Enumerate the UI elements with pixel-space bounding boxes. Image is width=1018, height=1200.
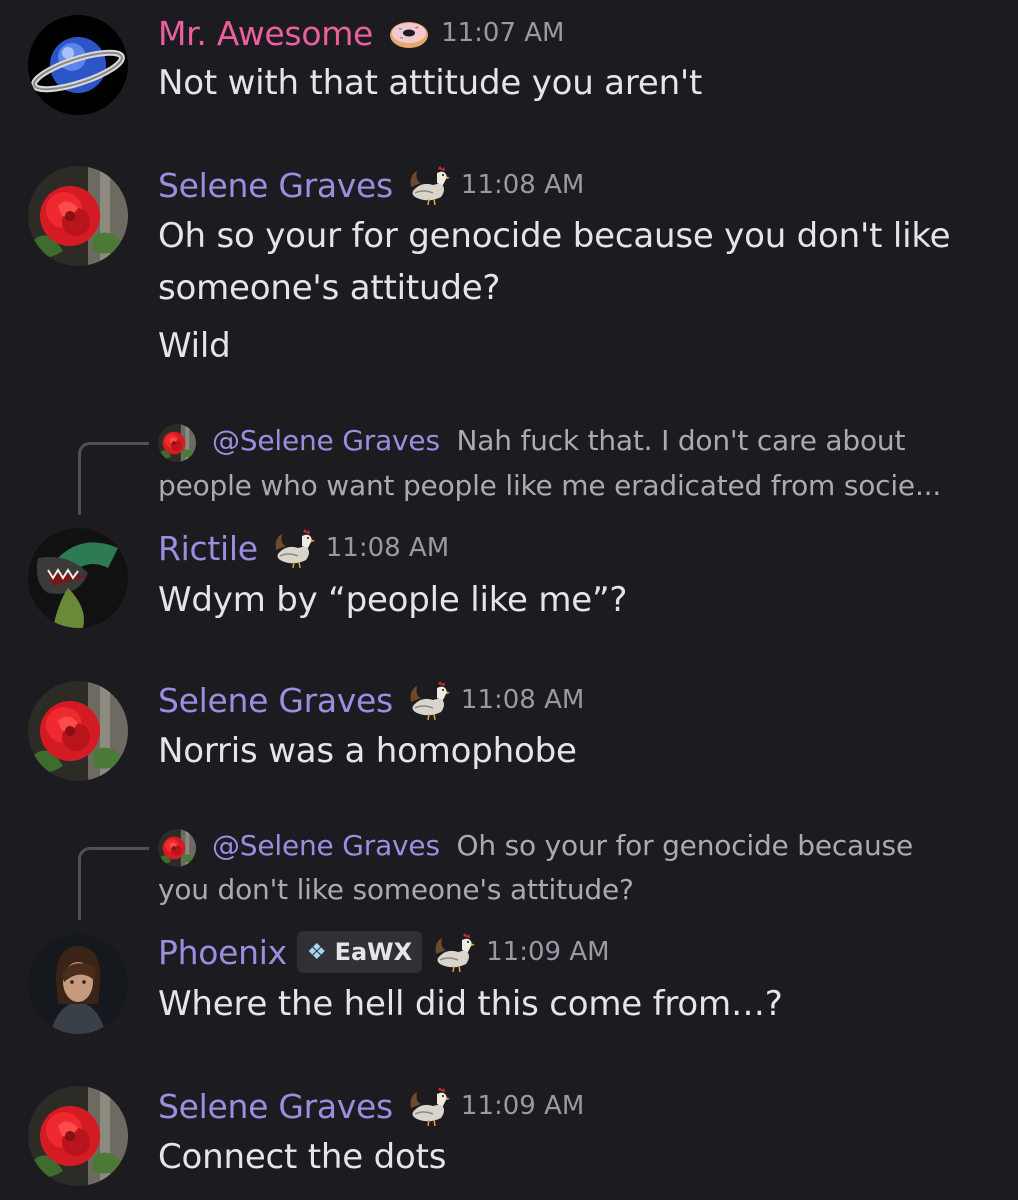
rooster-icon (272, 528, 316, 568)
message-header: Selene Graves 11:08 AM (158, 165, 584, 205)
message-header: Selene Graves 11:08 AM (158, 680, 584, 720)
reply-snippet: people who want people like me eradicate… (158, 469, 942, 502)
username[interactable]: Rictile (158, 529, 258, 568)
username[interactable]: Selene Graves (158, 681, 393, 720)
timestamp: 11:09 AM (460, 1091, 585, 1121)
message-header: Mr. Awesome 11:07 AM (158, 13, 564, 53)
message-header: Selene Graves 11:09 AM (158, 1086, 584, 1126)
username[interactable]: Mr. Awesome (158, 14, 373, 53)
message-text: Connect the dots (158, 1137, 447, 1177)
reply-connector (78, 847, 149, 920)
message-text: Not with that attitude you aren't (158, 63, 703, 103)
avatar[interactable] (28, 1086, 128, 1186)
chat-log: Mr. Awesome 11:07 AM Not with that attit… (0, 0, 1018, 1200)
username[interactable]: Selene Graves (158, 166, 393, 205)
avatar[interactable] (28, 528, 128, 628)
message-header: Phoenix ❖ EaWX 11:09 AM (158, 931, 610, 973)
avatar[interactable] (28, 166, 128, 266)
avatar[interactable] (28, 15, 128, 115)
username[interactable]: Phoenix (158, 933, 287, 972)
timestamp: 11:08 AM (460, 170, 585, 200)
timestamp: 11:08 AM (325, 533, 450, 563)
message-text: Wild (158, 326, 231, 366)
donut-icon (387, 13, 431, 53)
timestamp: 11:09 AM (486, 937, 610, 967)
reply-snippet: Nah fuck that. I don't care about (456, 424, 906, 457)
timestamp: 11:07 AM (441, 18, 565, 48)
avatar[interactable] (28, 934, 128, 1034)
reply-mention[interactable]: @Selene Graves (212, 424, 440, 457)
tag-gem-icon: ❖ (306, 939, 327, 965)
reply-mention[interactable]: @Selene Graves (212, 829, 440, 862)
username[interactable]: Selene Graves (158, 1087, 393, 1126)
message-text: Where the hell did this come from…? (158, 984, 783, 1024)
rooster-icon (407, 680, 451, 720)
reply-avatar (158, 829, 196, 867)
avatar[interactable] (28, 681, 128, 781)
timestamp: 11:08 AM (460, 685, 585, 715)
reply-avatar (158, 424, 196, 462)
message-text: Wdym by “people like me”? (158, 580, 628, 620)
reply-snippet: Oh so your for genocide because (456, 829, 914, 862)
reply-snippet: you don't like someone's attitude? (158, 873, 634, 906)
server-tag[interactable]: ❖ EaWX (296, 931, 423, 973)
message-text: someone's attitude? (158, 268, 501, 308)
server-tag-label: EaWX (334, 938, 413, 966)
rooster-icon (407, 1086, 451, 1126)
rooster-icon (407, 165, 451, 205)
message-text: Oh so your for genocide because you don'… (158, 216, 951, 256)
message-text: Norris was a homophobe (158, 731, 577, 771)
rooster-icon (432, 932, 476, 972)
reply-first-line: @Selene Graves Nah fuck that. I don't ca… (212, 424, 905, 457)
reply-first-line: @Selene Graves Oh so your for genocide b… (212, 829, 913, 862)
message-header: Rictile 11:08 AM (158, 528, 449, 568)
reply-connector (78, 442, 149, 515)
